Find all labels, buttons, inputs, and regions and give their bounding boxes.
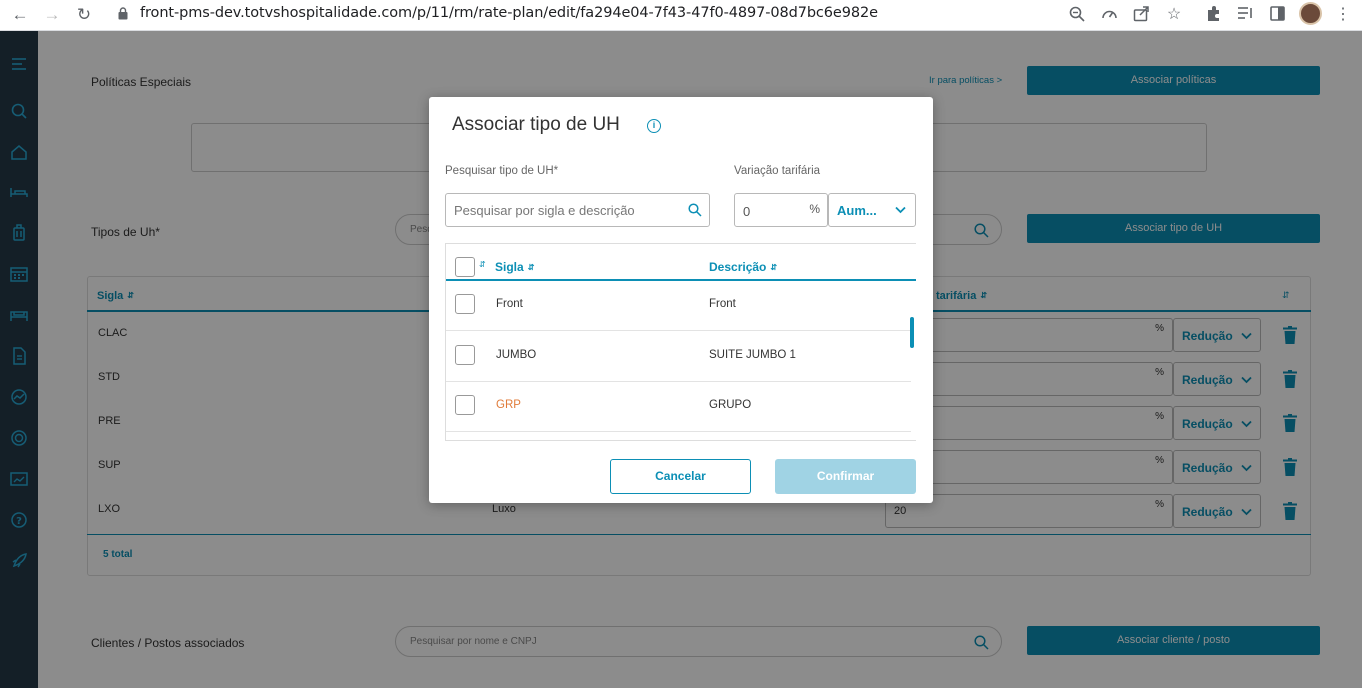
header-sigla[interactable]: Sigla ⇵ [495, 260, 534, 274]
forward-icon[interactable]: → [40, 3, 64, 27]
select-all-checkbox[interactable] [455, 257, 475, 277]
percent-symbol: % [809, 202, 820, 216]
side-panel-icon[interactable] [1270, 6, 1285, 21]
lock-icon [118, 7, 128, 20]
search-label: Pesquisar tipo de UH* [445, 165, 559, 177]
variation-label: Variação tarifária [734, 165, 821, 177]
chevron-down-icon [895, 206, 906, 214]
associate-room-type-modal: Associar tipo de UH i Pesquisar tipo de … [429, 97, 933, 503]
bookmark-star-icon[interactable]: ☆ [1162, 3, 1186, 27]
header-descricao[interactable]: Descrição ⇵ [709, 260, 777, 274]
back-icon[interactable]: ← [8, 3, 32, 27]
list-item[interactable]: JUMBO SUITE JUMBO 1 [446, 332, 911, 382]
row-descricao: Front [709, 298, 736, 310]
room-type-search-input[interactable]: Pesquisar por sigla e descrição [445, 193, 710, 227]
zoom-icon[interactable] [1069, 6, 1085, 22]
row-sigla: Front [496, 298, 523, 310]
cancel-button[interactable]: Cancelar [610, 459, 751, 494]
info-icon[interactable]: i [647, 119, 661, 133]
browser-toolbar: ← → ↻ front-pms-dev.totvshospitalidade.c… [0, 0, 1362, 31]
performance-icon[interactable] [1101, 6, 1118, 22]
profile-avatar[interactable] [1299, 2, 1322, 25]
reload-icon[interactable]: ↻ [72, 3, 96, 27]
list-item[interactable]: GRP GRUPO [446, 382, 911, 432]
address-bar[interactable]: front-pms-dev.totvshospitalidade.com/p/1… [140, 5, 878, 21]
more-icon[interactable]: ⋮ [1331, 3, 1355, 27]
variation-input[interactable]: 0 % [734, 193, 828, 227]
row-checkbox[interactable] [455, 395, 475, 415]
room-type-list: ⇵ Sigla ⇵ Descrição ⇵ Front Front JUMBO SUITE… [445, 243, 916, 441]
row-descricao: SUITE JUMBO 1 [709, 348, 796, 361]
list-item[interactable]: Front Front [446, 281, 911, 331]
share-icon[interactable] [1133, 5, 1150, 22]
confirm-button[interactable]: Confirmar [775, 459, 916, 494]
row-descricao: GRUPO [709, 399, 752, 411]
variation-type-select[interactable]: Aum... [828, 193, 916, 227]
extensions-icon[interactable] [1205, 5, 1222, 22]
row-sigla: GRP [496, 399, 521, 411]
search-icon [688, 203, 702, 217]
sort-icon[interactable]: ⇵ [479, 260, 486, 269]
row-checkbox[interactable] [455, 294, 475, 314]
row-sigla: JUMBO [496, 348, 537, 361]
media-icon[interactable] [1237, 6, 1254, 21]
row-checkbox[interactable] [455, 344, 475, 365]
modal-title: Associar tipo de UH [452, 114, 620, 135]
list-scrollbar[interactable] [910, 317, 914, 348]
